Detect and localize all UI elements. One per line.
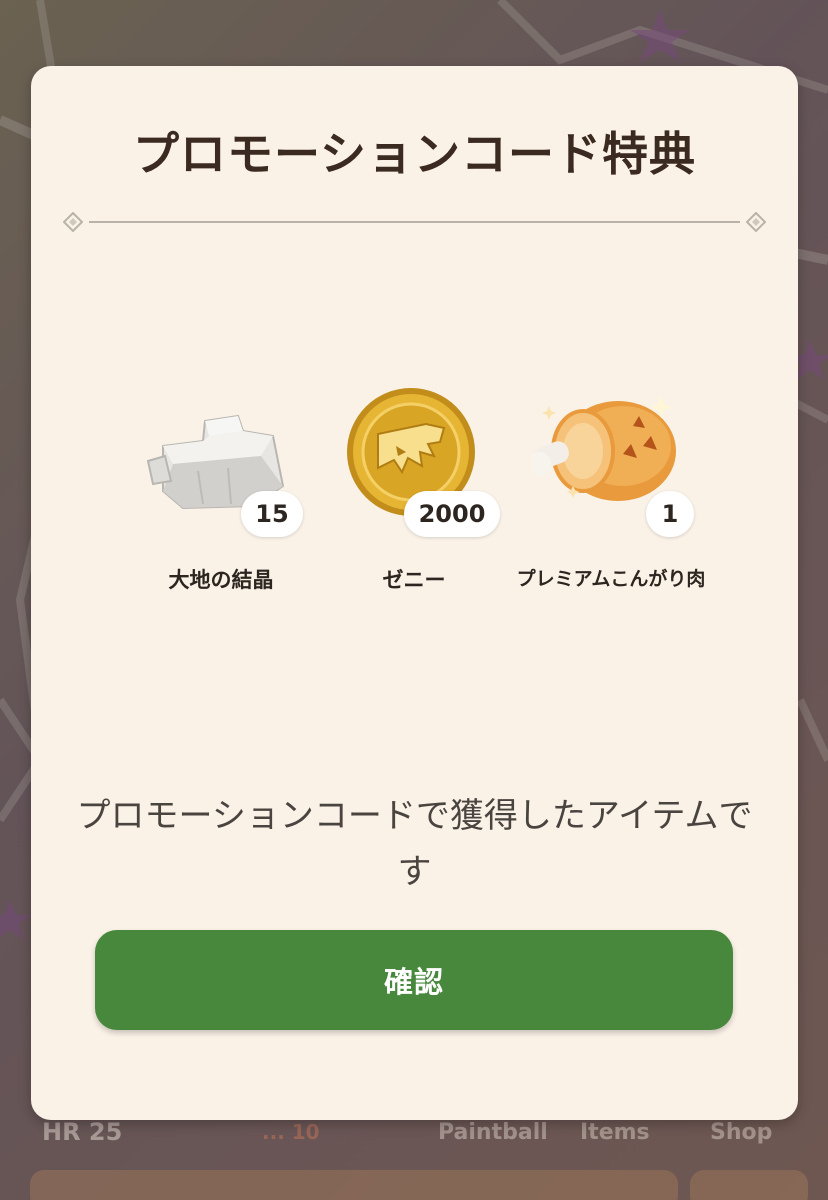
confirm-button[interactable]: 確認 (95, 930, 733, 1030)
divider-line (89, 221, 740, 223)
hunter-rank-extra: ... 10 (262, 1120, 320, 1144)
reward-name: ゼニー (382, 568, 446, 592)
reward-name: プレミアムこんがり肉 (516, 568, 706, 590)
nav-shop[interactable]: Shop (710, 1120, 772, 1145)
bottom-bar (30, 1170, 678, 1200)
reward-item: 15 大地の結晶 (131, 386, 311, 626)
title-divider (59, 208, 770, 236)
reward-name: 大地の結晶 (168, 568, 274, 592)
dialog-message: プロモーションコードで獲得したアイテムです (76, 796, 753, 892)
bottom-bar-right (690, 1170, 808, 1200)
reward-count: 15 (241, 491, 303, 537)
hunter-rank-label: HR 25 (42, 1118, 123, 1146)
nav-paintball[interactable]: Paintball (438, 1120, 548, 1145)
divider-ornament-icon (63, 212, 83, 232)
dialog-title: プロモーションコード特典 (132, 127, 697, 181)
reward-count: 2000 (404, 491, 500, 537)
reward-list: 15 大地の結晶 2000 ゼニー 1 プレミアムこんがり肉 (31, 386, 798, 626)
divider-ornament-icon (746, 212, 766, 232)
nav-items[interactable]: Items (580, 1120, 650, 1145)
reward-item: 2000 ゼニー (324, 386, 504, 626)
promo-code-reward-dialog: プロモーションコード特典 15 大地の結晶 2000 ゼニー 1 プレミアムこん… (31, 66, 798, 1120)
bottom-navigation: HR 25 ... 10 Paintball Items Shop (0, 1110, 828, 1200)
reward-item: 1 プレミアムこんがり肉 (517, 386, 705, 626)
reward-count: 1 (646, 491, 694, 537)
